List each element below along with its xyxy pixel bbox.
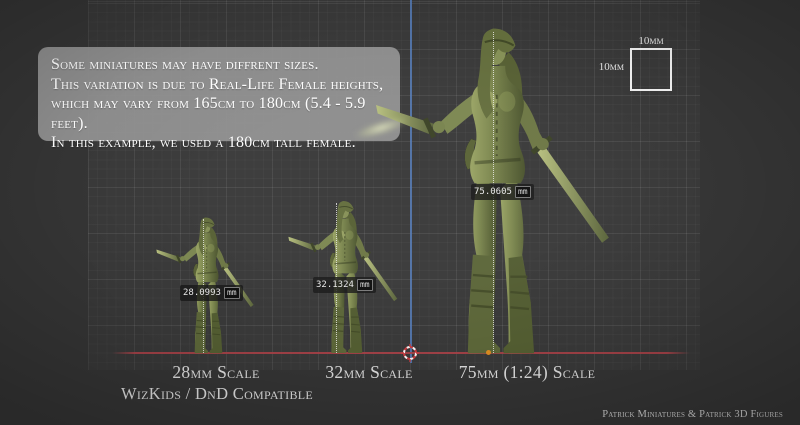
scale-label-32mm: 32mm Scale <box>325 362 412 383</box>
measurement-value: 28.0993 <box>183 288 221 298</box>
measurement-label-28mm: 28.0993 mm <box>180 285 243 301</box>
footer-credit: Patrick Miniatures & Patrick 3D Figures <box>602 409 783 420</box>
info-line-3: which may vary from 165cm to 180cm (5.4 … <box>51 94 386 133</box>
ruler-height-label: 10mm <box>594 61 624 73</box>
measurement-label-32mm: 32.1324 mm <box>313 277 376 293</box>
info-box: Some miniatures may have diffrent sizes.… <box>38 47 400 141</box>
measurement-value: 32.1324 <box>316 280 354 290</box>
info-line-1: Some miniatures may have diffrent sizes. <box>51 55 386 75</box>
object-origin-dot <box>486 350 491 355</box>
measurement-unit: mm <box>357 279 373 291</box>
info-line-2: This variation is due to Real-Life Femal… <box>51 75 386 95</box>
scale-label-28mm: 28mm Scale <box>172 362 259 383</box>
measurement-label-75mm: 75.0605 mm <box>471 184 534 200</box>
scale-label-75mm: 75mm (1:24) Scale <box>459 362 596 383</box>
3d-cursor[interactable] <box>401 344 419 362</box>
info-line-4: In this example, we used a 180cm tall fe… <box>51 133 386 153</box>
viewport-3d[interactable]: Some miniatures may have diffrent sizes.… <box>0 0 800 425</box>
measurement-unit: mm <box>515 186 531 198</box>
scale-sublabel-28mm: WizKids / DnD Compatible <box>121 384 313 404</box>
measurement-unit: mm <box>224 287 240 299</box>
measurement-value: 75.0605 <box>474 187 512 197</box>
ruler-10mm-square <box>630 48 672 91</box>
ruler-width-label: 10mm <box>630 35 672 47</box>
